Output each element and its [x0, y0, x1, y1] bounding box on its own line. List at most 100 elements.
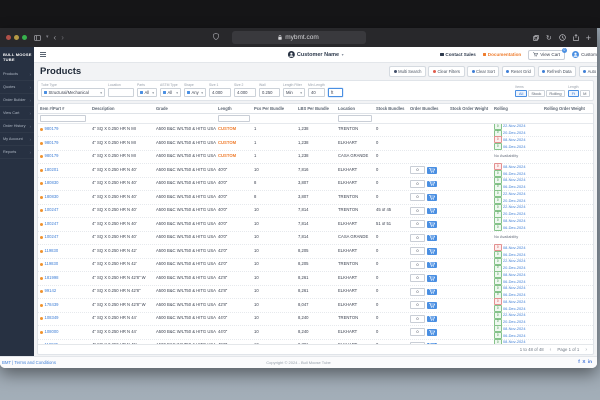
back-button[interactable]: ‹	[54, 33, 57, 42]
item-number-link[interactable]: 100247	[45, 222, 59, 227]
contact-sales-link[interactable]: Contact Sales	[440, 52, 476, 57]
column-header-pcs-per-bundle[interactable]: Pcs Per Bundle	[252, 104, 296, 113]
sidebar-item-reports[interactable]: Reports ›	[0, 146, 34, 159]
size-2-input[interactable]: 4.000	[234, 88, 256, 97]
rolling-date-link[interactable]: 06-Dec-2024	[503, 144, 526, 149]
column-header-rolling[interactable]: Rolling	[492, 104, 542, 113]
item-number-link[interactable]: 180830	[45, 181, 59, 186]
item-number-link[interactable]: 980179	[45, 127, 59, 132]
chevron-down-icon[interactable]: ▾	[46, 35, 49, 40]
column-filter-input[interactable]	[40, 115, 86, 122]
order-quantity-input[interactable]: 0	[410, 220, 425, 229]
add-to-cart-button[interactable]	[426, 221, 437, 228]
location-input[interactable]	[108, 88, 134, 97]
column-header-grade[interactable]: Grade	[154, 104, 216, 113]
order-quantity-input[interactable]: 0	[410, 193, 425, 202]
rolling-date-link[interactable]: 20-Dec-2024	[503, 319, 526, 324]
add-to-cart-button[interactable]	[426, 248, 437, 255]
items-option-all[interactable]: All	[515, 90, 527, 97]
linkedin-icon[interactable]: in	[588, 360, 592, 365]
order-quantity-input[interactable]: 0	[410, 247, 425, 256]
order-quantity-input[interactable]: 0	[410, 260, 425, 269]
item-number-link[interactable]: 100247	[45, 208, 59, 213]
column-header-item-part[interactable]: Item #/Part #	[38, 104, 90, 113]
rolling-date-link[interactable]: 08-Nov-2024	[503, 137, 526, 142]
rolling-date-link[interactable]: 20-Dec-2024	[503, 265, 526, 270]
item-number-link[interactable]: 99142	[45, 289, 57, 294]
rolling-date-link[interactable]: 06-Dec-2024	[503, 292, 526, 297]
column-header-location[interactable]: Location	[336, 104, 374, 113]
new-tab-button[interactable]: +	[586, 33, 591, 43]
sidebar-item-products[interactable]: Products ›	[0, 68, 34, 81]
rolling-date-link[interactable]: 08-Nov-2024	[503, 285, 526, 290]
rolling-date-link[interactable]: 20-Dec-2024	[503, 130, 526, 135]
column-filter-input[interactable]	[338, 115, 372, 122]
order-quantity-input[interactable]: 0	[410, 206, 425, 215]
tube-type-select[interactable]: Structural/Mechanical ▾	[41, 88, 105, 97]
item-number-link[interactable]: 108000	[45, 330, 59, 335]
rolling-date-link[interactable]: 08-Nov-2024	[503, 299, 526, 304]
items-option-rolling[interactable]: Rolling	[545, 90, 566, 97]
item-number-link[interactable]: 119830	[45, 249, 59, 254]
sidebar-item-view-cart[interactable]: View Cart ›	[0, 107, 34, 120]
order-quantity-input[interactable]: 0	[410, 166, 425, 175]
item-number-link[interactable]: 180830	[45, 195, 59, 200]
browser-sidebar-icon[interactable]	[34, 34, 41, 41]
item-number-link[interactable]: 108349	[45, 316, 59, 321]
rolling-date-link[interactable]: 06-Dec-2024	[503, 279, 526, 284]
history-icon[interactable]	[558, 34, 566, 41]
rolling-date-link[interactable]: 20-Dec-2024	[503, 198, 526, 203]
add-to-cart-button[interactable]	[426, 167, 437, 174]
view-cart-button[interactable]: View Cart 0	[528, 47, 568, 60]
sidebar-item-order-builder[interactable]: Order Builder ›	[0, 94, 34, 107]
share-icon[interactable]	[572, 34, 579, 41]
rolling-date-link[interactable]: 22-Nov-2024	[503, 312, 526, 317]
forward-button[interactable]: ›	[61, 33, 64, 42]
add-to-cart-button[interactable]	[426, 302, 437, 309]
item-number-link[interactable]: 980179	[45, 154, 59, 159]
column-header-length[interactable]: Length	[216, 104, 252, 113]
facebook-icon[interactable]: f	[578, 360, 580, 365]
privacy-shield-icon[interactable]	[213, 33, 219, 40]
order-quantity-input[interactable]: 0	[410, 179, 425, 188]
item-number-link[interactable]: 178439	[45, 303, 59, 308]
reload-icon[interactable]: ↻	[546, 34, 552, 42]
terms-links[interactable]: BMT | Terms and Conditions	[0, 360, 56, 365]
reset-grid-button[interactable]: Reset Grid	[501, 66, 536, 77]
items-option-stock[interactable]: Stock	[527, 90, 545, 97]
rolling-date-link[interactable]: 08-Nov-2024	[503, 326, 526, 331]
astm-type-select[interactable]: All ▾	[160, 88, 181, 97]
customer-selector[interactable]: Customer Name ▾	[287, 51, 344, 58]
item-number-link[interactable]: 100247	[45, 235, 59, 240]
order-quantity-input[interactable]: 0	[410, 328, 425, 337]
zoom-window-button[interactable]	[22, 35, 27, 40]
length-option-m[interactable]: M	[579, 90, 590, 97]
add-to-cart-button[interactable]	[426, 275, 437, 282]
column-header-order-bundles[interactable]: Order Bundles	[408, 104, 448, 113]
column-header-rolling-order-weight[interactable]: Rolling Order Weight	[542, 104, 593, 113]
order-quantity-input[interactable]: 0	[410, 274, 425, 283]
rolling-date-link[interactable]: 06-Dec-2024	[503, 184, 526, 189]
add-to-cart-button[interactable]	[426, 194, 437, 201]
previous-page-button[interactable]: ‹	[550, 347, 552, 353]
minimize-window-button[interactable]	[14, 35, 19, 40]
add-to-cart-button[interactable]	[426, 234, 437, 241]
column-header-stock-order-weight[interactable]: Stock Order Weight	[448, 104, 492, 113]
multi-search-button[interactable]: Multi Search	[389, 66, 426, 77]
rolling-date-link[interactable]: 08-Nov-2024	[503, 272, 526, 277]
next-page-button[interactable]: ›	[585, 347, 587, 353]
rolling-date-link[interactable]: 22-Nov-2024	[503, 124, 526, 128]
rolling-date-link[interactable]: 06-Dec-2024	[503, 171, 526, 176]
order-quantity-input[interactable]: 0	[410, 233, 425, 242]
length-option-ft[interactable]: Ft	[568, 90, 579, 97]
rolling-date-link[interactable]: 08-Nov-2024	[503, 245, 526, 250]
column-header-stock-bundles[interactable]: Stock Bundles	[374, 104, 408, 113]
account-menu[interactable]: Customer	[572, 51, 597, 58]
rolling-date-link[interactable]: 08-Nov-2024	[503, 218, 526, 223]
add-to-cart-button[interactable]	[426, 207, 437, 214]
close-window-button[interactable]	[6, 35, 11, 40]
rolling-date-link[interactable]: 08-Nov-2024	[503, 164, 526, 169]
copy-page-icon[interactable]	[533, 34, 539, 41]
documentation-link[interactable]: Documentation	[482, 52, 521, 57]
hamburger-menu-icon[interactable]	[38, 50, 48, 59]
